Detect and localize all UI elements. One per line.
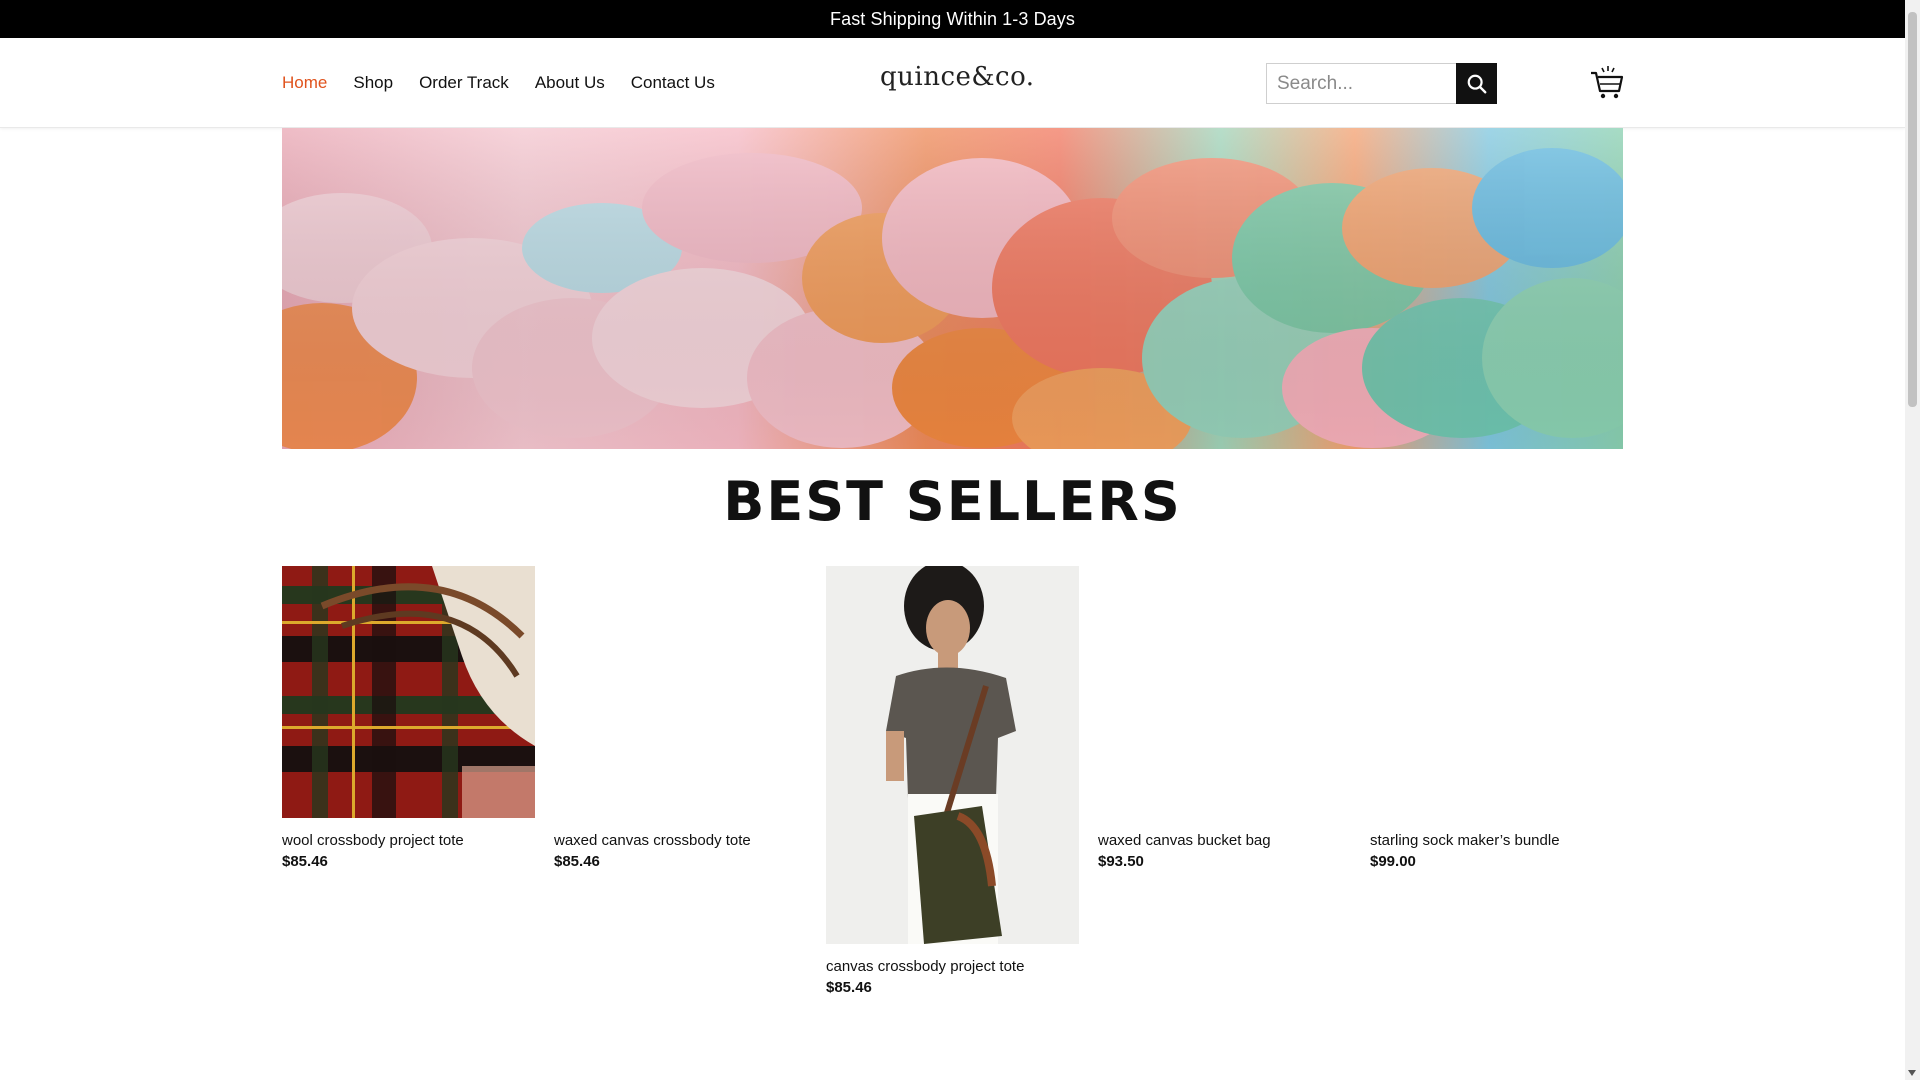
product-name[interactable]: starling sock maker’s bundle bbox=[1370, 832, 1623, 849]
search-form bbox=[1266, 63, 1497, 104]
hero-banner-yarn[interactable] bbox=[282, 128, 1623, 449]
nav-home[interactable]: Home bbox=[282, 73, 327, 93]
product-card[interactable]: canvas crossbody project tote $85.46 bbox=[826, 566, 1079, 996]
product-image[interactable] bbox=[826, 566, 1079, 944]
product-image[interactable] bbox=[1370, 566, 1623, 818]
product-price: $85.46 bbox=[826, 979, 872, 996]
product-name[interactable]: waxed canvas bucket bag bbox=[1098, 832, 1351, 849]
site-header: Home Shop Order Track About Us Contact U… bbox=[0, 38, 1905, 128]
product-card[interactable]: waxed canvas bucket bag $93.50 bbox=[1098, 566, 1351, 870]
search-button[interactable] bbox=[1456, 63, 1497, 104]
nav-shop[interactable]: Shop bbox=[353, 73, 393, 93]
product-card[interactable]: starling sock maker’s bundle $99.00 bbox=[1370, 566, 1623, 870]
product-grid: wool crossbody project tote $85.46 waxed… bbox=[282, 566, 1623, 1016]
nav-contact-us[interactable]: Contact Us bbox=[631, 73, 715, 93]
hero-image bbox=[282, 128, 1623, 449]
scrollbar-thumb[interactable] bbox=[1908, 12, 1917, 407]
scroll-down-arrow-icon[interactable] bbox=[1908, 1070, 1916, 1076]
product-price: $85.46 bbox=[554, 853, 600, 870]
product-name[interactable]: canvas crossbody project tote bbox=[826, 958, 1079, 975]
announcement-text: Fast Shipping Within 1-3 Days bbox=[829, 8, 1075, 29]
site-logo[interactable]: quince&co. bbox=[880, 62, 1034, 98]
nav-order-track[interactable]: Order Track bbox=[419, 73, 509, 93]
nav-about-us[interactable]: About Us bbox=[535, 73, 605, 93]
product-image[interactable] bbox=[1098, 566, 1351, 818]
page-scrollbar[interactable] bbox=[1905, 0, 1920, 1080]
search-icon bbox=[1467, 74, 1486, 93]
main-nav: Home Shop Order Track About Us Contact U… bbox=[282, 38, 715, 128]
plaid-tote-image bbox=[282, 566, 535, 818]
shopping-cart-icon bbox=[1591, 66, 1624, 99]
product-card[interactable]: waxed canvas crossbody tote $85.46 bbox=[554, 566, 807, 870]
product-image[interactable] bbox=[554, 566, 807, 818]
product-name[interactable]: wool crossbody project tote bbox=[282, 832, 535, 849]
cart-button[interactable] bbox=[1589, 64, 1625, 100]
announcement-bar: Fast Shipping Within 1-3 Days bbox=[0, 0, 1905, 38]
product-price: $85.46 bbox=[282, 853, 328, 870]
product-name[interactable]: waxed canvas crossbody tote bbox=[554, 832, 807, 849]
product-image[interactable] bbox=[282, 566, 535, 818]
product-card[interactable]: wool crossbody project tote $85.46 bbox=[282, 566, 535, 870]
product-price: $93.50 bbox=[1098, 853, 1144, 870]
section-title-best-sellers: BEST SELLERS bbox=[723, 470, 1182, 533]
search-input[interactable] bbox=[1266, 63, 1456, 104]
product-price: $99.00 bbox=[1370, 853, 1416, 870]
model-with-tote-image bbox=[826, 566, 1079, 944]
page: Fast Shipping Within 1-3 Days Home Shop … bbox=[0, 0, 1920, 1080]
